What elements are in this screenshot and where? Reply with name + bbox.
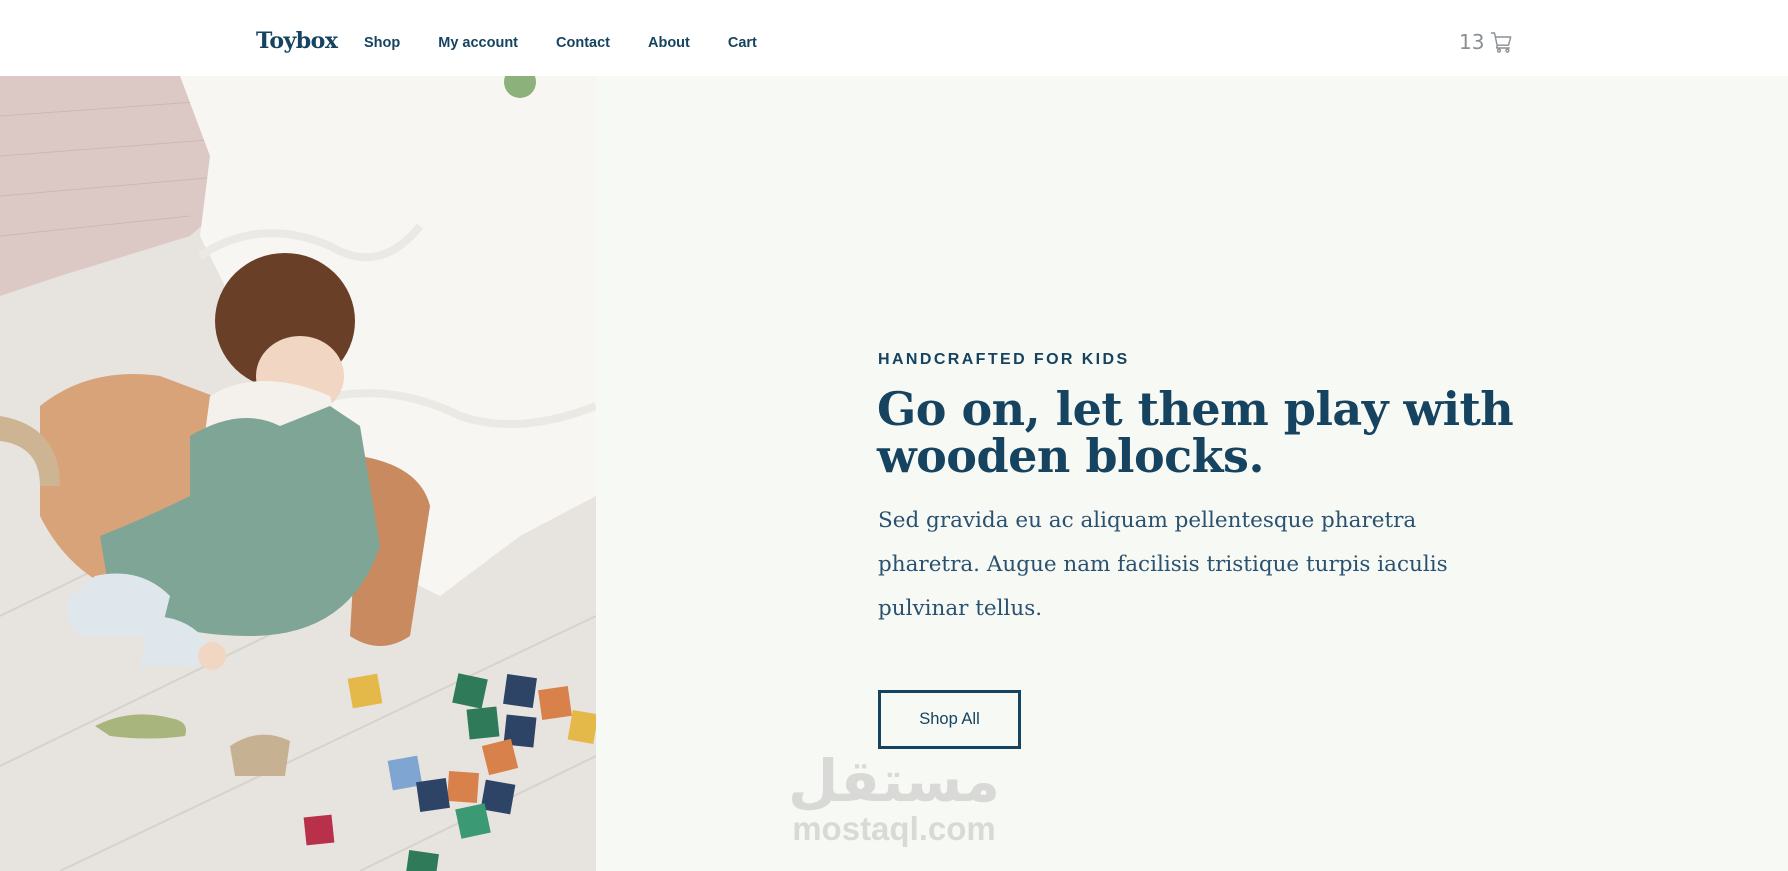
main-nav: Shop My account Contact About Cart — [364, 35, 795, 51]
nav-contact[interactable]: Contact — [556, 35, 610, 51]
watermark: مستقل mostaql.com — [784, 750, 1004, 846]
site-logo[interactable]: Toybox — [256, 28, 338, 54]
nav-about[interactable]: About — [648, 35, 690, 51]
nav-shop[interactable]: Shop — [364, 35, 400, 51]
site-header: Toybox Shop My account Contact About Car… — [0, 0, 1788, 76]
nav-my-account[interactable]: My account — [438, 35, 518, 51]
watermark-arabic: مستقل — [787, 747, 1001, 815]
cart-icon[interactable] — [1490, 30, 1514, 54]
watermark-latin: mostaql.com — [792, 810, 996, 847]
mini-cart[interactable]: 13 — [1459, 30, 1514, 54]
hero-eyebrow: HANDCRAFTED FOR KIDS — [878, 351, 1130, 368]
hero-description: Sed gravida eu ac aliquam pellentesque p… — [878, 508, 1448, 621]
shop-all-button[interactable]: Shop All — [878, 690, 1021, 749]
cart-count: 13 — [1459, 30, 1485, 54]
nav-cart[interactable]: Cart — [728, 35, 757, 51]
hero-headline: Go on, let them play with wooden blocks. — [877, 382, 1514, 483]
hero-image — [0, 76, 596, 871]
